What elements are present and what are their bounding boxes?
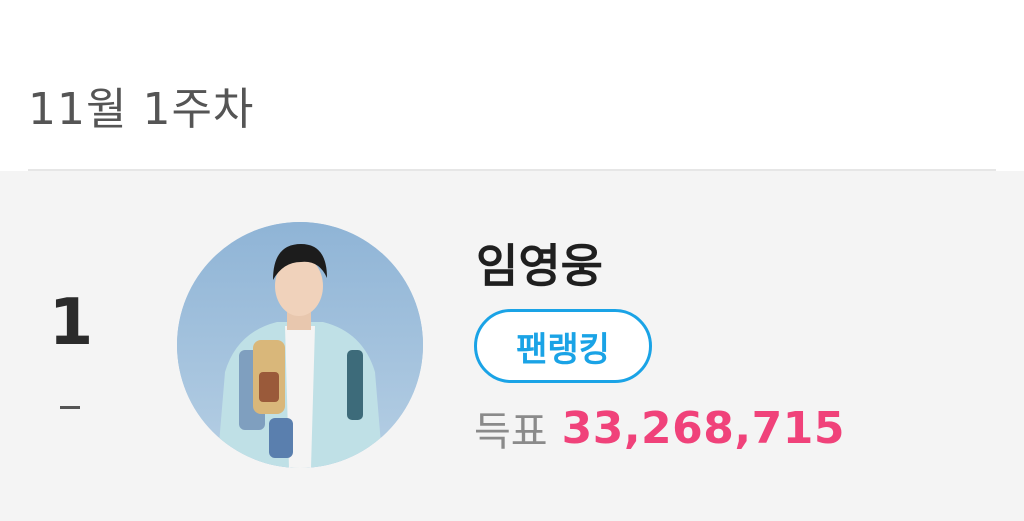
ranking-page: 11월 1주차 1 임영웅 팬랭킹 득표 33,268,715 <box>0 0 1024 521</box>
artist-avatar[interactable] <box>177 222 423 468</box>
week-title: 11월 1주차 <box>28 84 255 135</box>
artist-photo-icon <box>177 222 423 468</box>
rank-change-dash <box>60 406 80 409</box>
fan-ranking-button[interactable]: 팬랭킹 <box>474 309 652 383</box>
fan-ranking-label: 팬랭킹 <box>516 329 610 370</box>
rank-number: 1 <box>48 286 94 360</box>
artist-name: 임영웅 <box>476 239 603 293</box>
vote-count: 33,268,715 <box>561 402 845 454</box>
vote-row: 득표 33,268,715 <box>474 398 845 458</box>
week-header: 11월 1주차 <box>0 0 1024 171</box>
vote-label: 득표 <box>474 409 548 455</box>
